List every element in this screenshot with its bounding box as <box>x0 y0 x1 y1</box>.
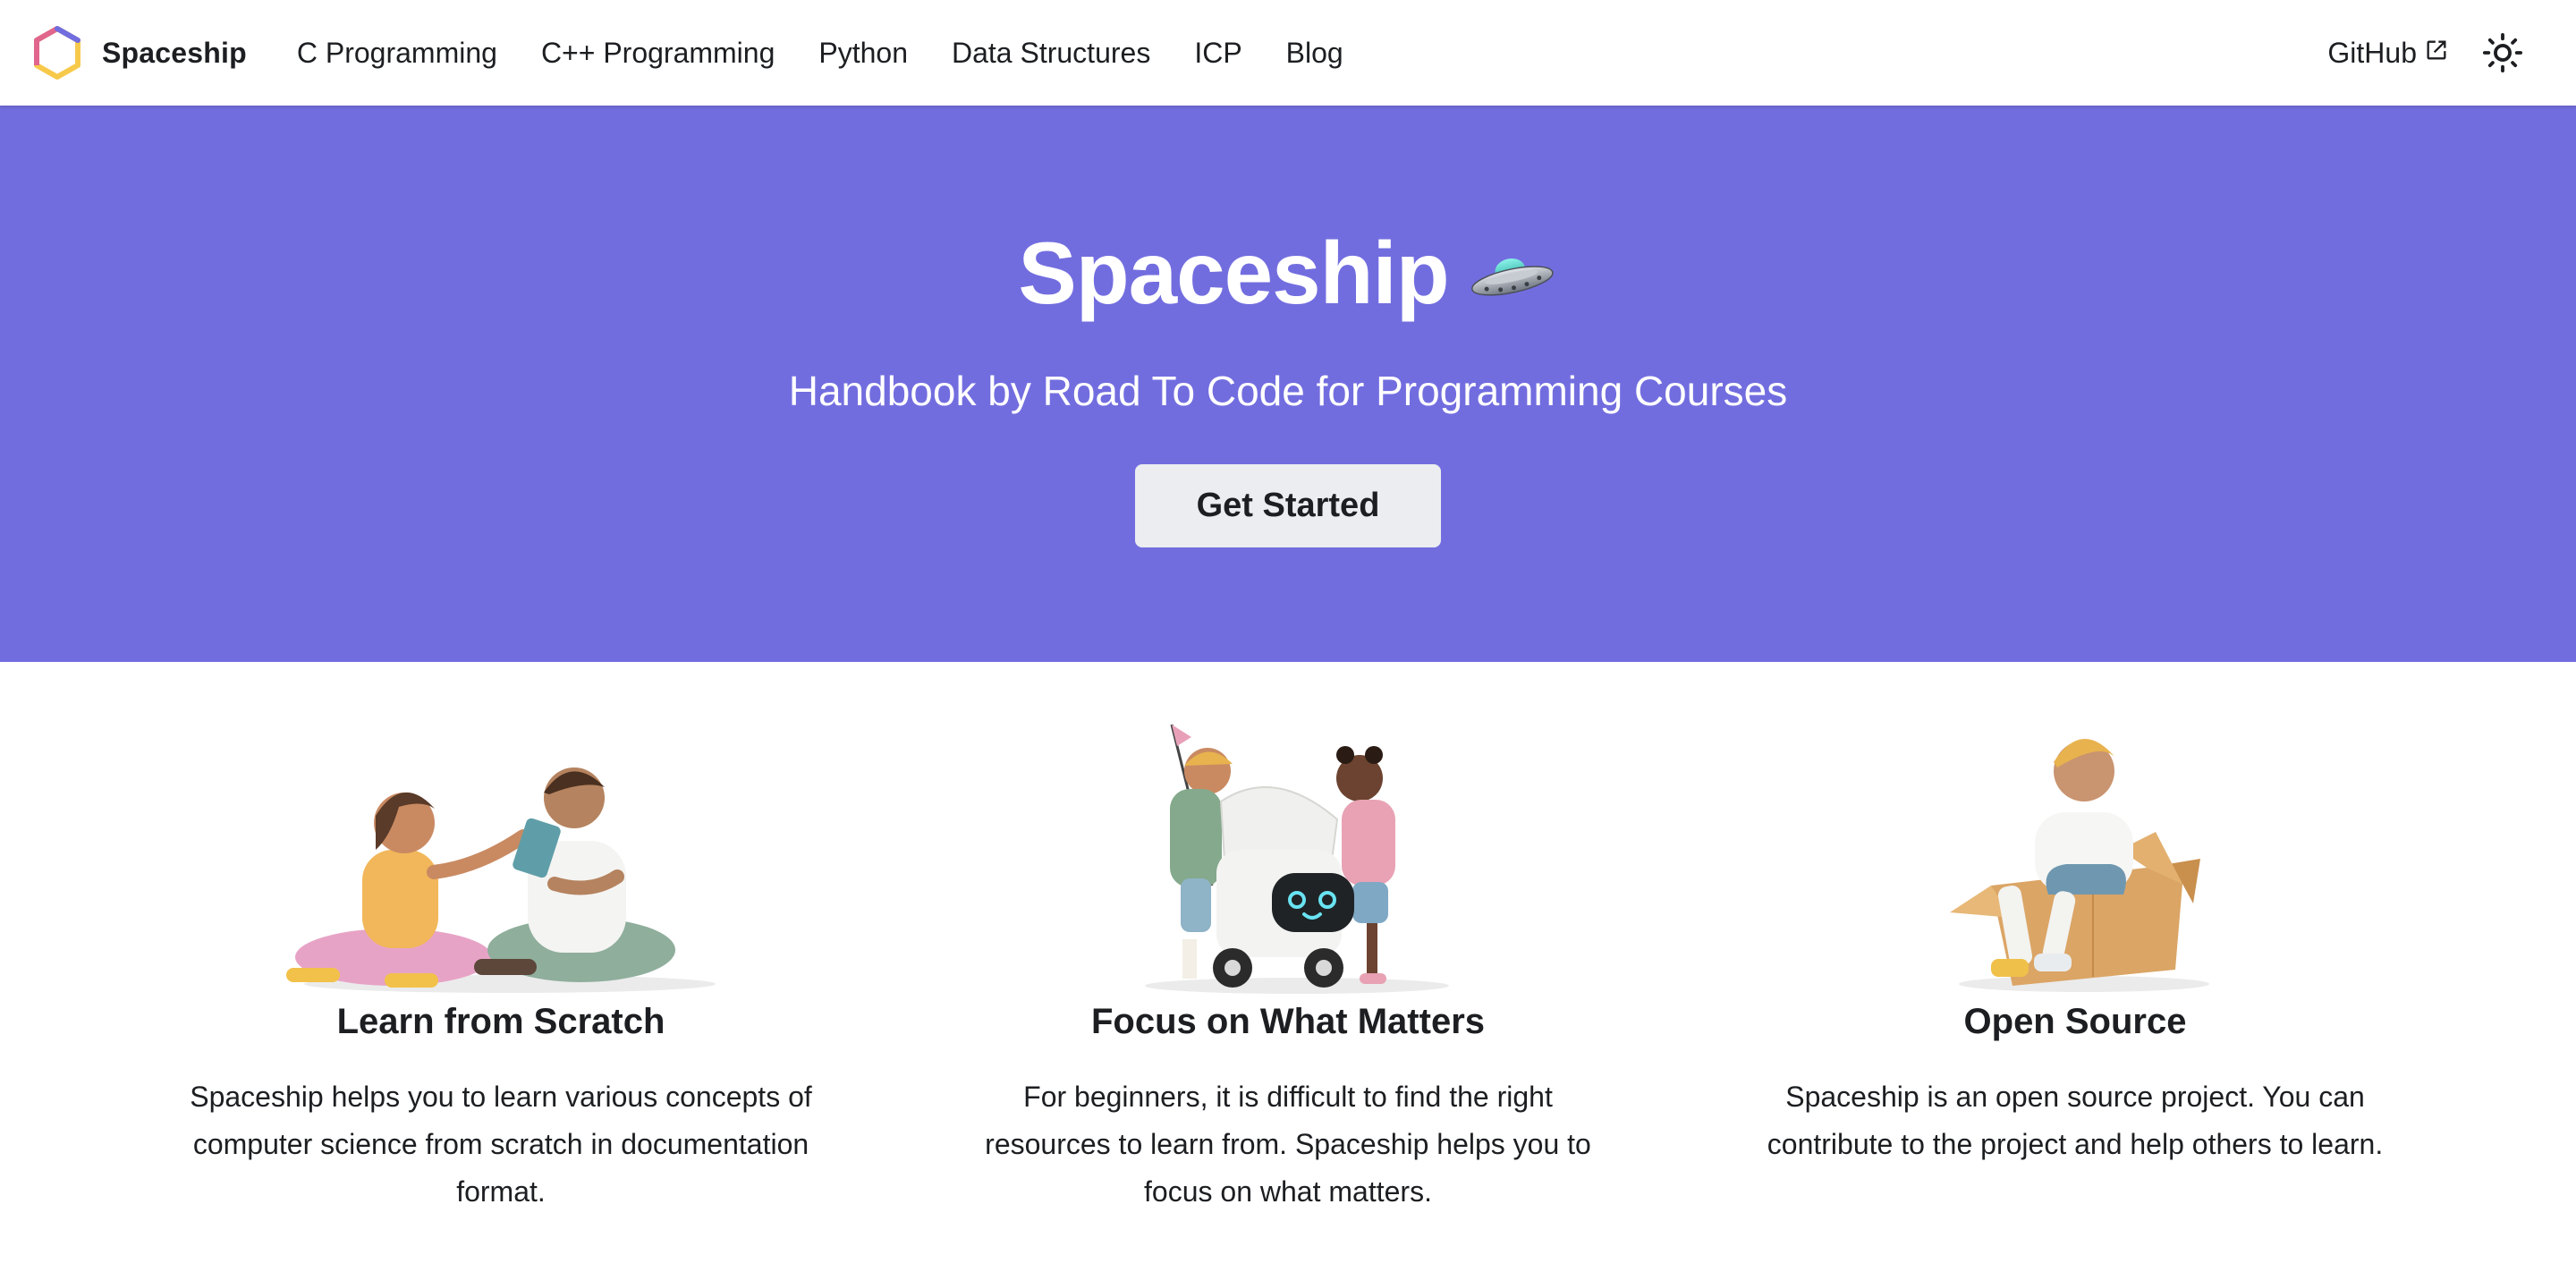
hero-banner: Spaceship Handbook by Road To Code for P… <box>0 106 2576 662</box>
two-kids-with-delivery-robot-illustration <box>1145 724 1449 994</box>
two-people-studying-tablet-illustration <box>286 767 716 993</box>
hero-title: Spaceship <box>1018 224 1449 322</box>
boy-sitting-in-box-illustration <box>1950 738 2209 992</box>
nav-link-cpp-programming[interactable]: C++ Programming <box>541 37 775 70</box>
theme-toggle-button[interactable] <box>2474 24 2531 81</box>
feature-title: Learn from Scratch <box>336 1002 665 1041</box>
feature-description: Spaceship helps you to learn various con… <box>190 1081 812 1208</box>
brand-link[interactable]: Spaceship <box>29 24 247 81</box>
spaceship-logo-icon <box>34 26 80 80</box>
brand-title: Spaceship <box>102 36 247 69</box>
hero-subtitle: Handbook by Road To Code for Programming… <box>788 368 1788 414</box>
feature-description: For beginners, it is difficult to find t… <box>985 1081 1591 1208</box>
nav-link-c-programming[interactable]: C Programming <box>297 37 497 70</box>
sun-icon <box>2482 32 2523 73</box>
github-label: GitHub <box>2327 36 2417 69</box>
nav-right: GitHub <box>2327 24 2547 81</box>
nav-link-blog[interactable]: Blog <box>1286 37 1343 70</box>
feature-description: Spaceship is an open source project. You… <box>1767 1081 2384 1160</box>
navbar: Spaceship C Programming C++ Programming … <box>0 0 2576 106</box>
features-section: Learn from Scratch Spaceship helps you t… <box>0 662 2576 1272</box>
nav-link-python[interactable]: Python <box>818 37 908 70</box>
nav-links: C Programming C++ Programming Python Dat… <box>297 37 1387 70</box>
feature-title: Focus on What Matters <box>1090 1002 1486 1041</box>
github-link[interactable]: GitHub <box>2327 37 2449 70</box>
get-started-button[interactable]: Get Started <box>1135 464 1441 547</box>
ufo-icon <box>1470 258 1554 296</box>
feature-title: Open Source <box>1963 1002 2187 1041</box>
external-link-icon <box>2427 40 2446 60</box>
nav-link-icp[interactable]: ICP <box>1194 37 1241 70</box>
hero-title-row: Spaceship <box>0 229 2576 317</box>
nav-link-data-structures[interactable]: Data Structures <box>952 37 1150 70</box>
